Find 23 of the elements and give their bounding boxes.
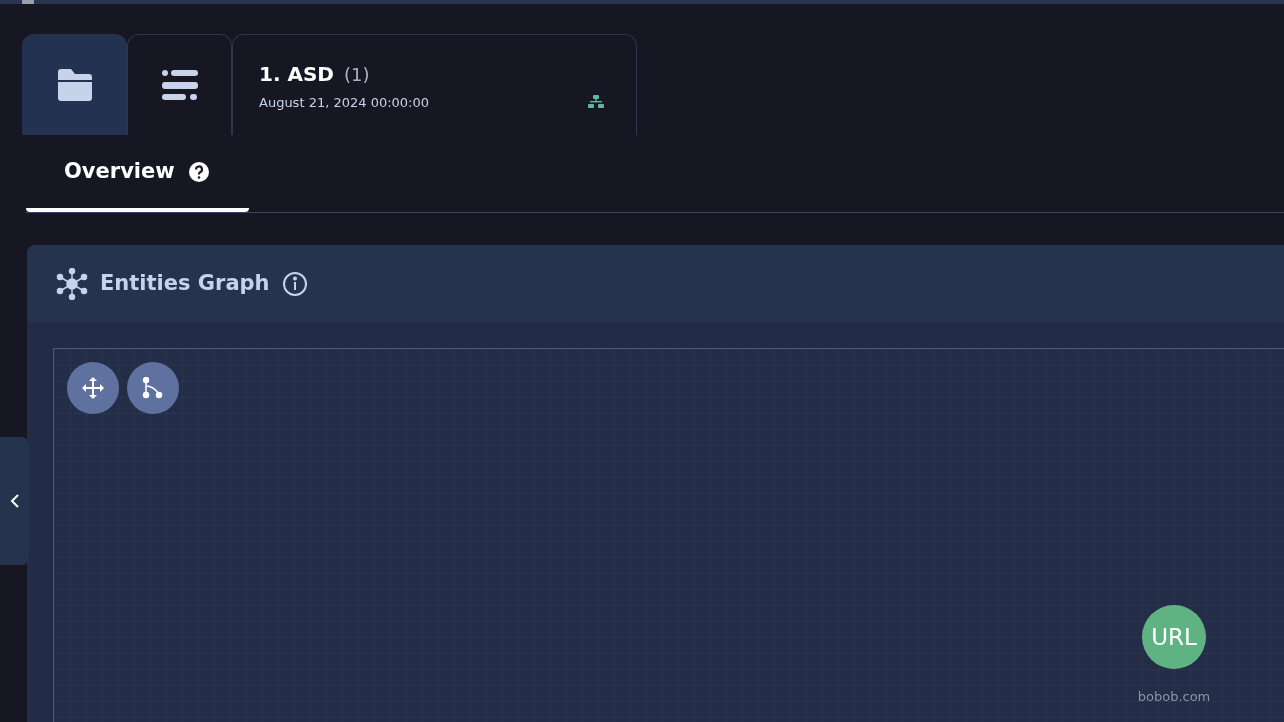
folder-tab[interactable] [22, 34, 127, 135]
connect-tool-button[interactable] [127, 362, 179, 414]
move-tool-button[interactable] [67, 362, 119, 414]
list-icon [161, 69, 198, 101]
info-icon[interactable] [281, 270, 308, 297]
collapse-handle[interactable] [0, 437, 29, 565]
case-date: August 21, 2024 00:00:00 [259, 94, 430, 112]
folder-icon [55, 67, 94, 102]
panel-title: Entities Graph [100, 269, 270, 297]
move-icon [81, 376, 105, 400]
network-icon [56, 267, 88, 300]
list-tab[interactable] [127, 34, 232, 135]
hierarchy-icon[interactable] [588, 95, 604, 109]
case-count: (1) [343, 63, 370, 87]
graph-canvas[interactable]: URL bobob.com [53, 348, 1284, 722]
help-icon[interactable] [188, 161, 209, 182]
case-title: 1. ASD [259, 61, 334, 88]
overview-tab[interactable]: Overview [26, 135, 249, 212]
scroll-marker [22, 0, 34, 4]
chevron-left-icon [9, 493, 20, 509]
case-tab[interactable]: 1. ASD (1) August 21, 2024 00:00:00 [232, 34, 637, 135]
node-caption: bobob.com [1137, 688, 1211, 706]
branch-icon [142, 377, 164, 399]
